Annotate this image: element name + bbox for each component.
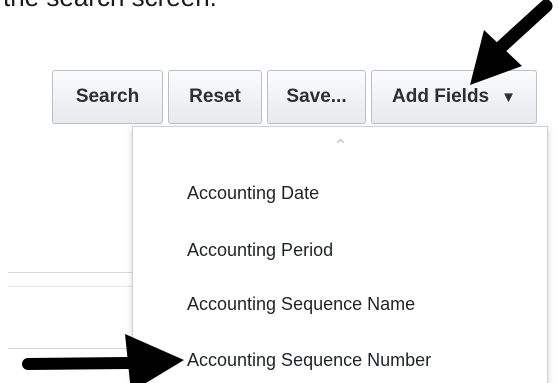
- reset-button-label: Reset: [189, 86, 241, 107]
- menu-item-accounting-sequence-name[interactable]: Accounting Sequence Name: [187, 293, 415, 315]
- menu-item-accounting-sequence-number[interactable]: Accounting Sequence Number: [187, 349, 431, 371]
- background-divider: [8, 348, 133, 349]
- caret-down-icon: ▼: [501, 88, 516, 106]
- search-toolbar: Search Reset Save... Add Fields ▼: [52, 70, 537, 124]
- add-fields-dropdown-menu: ⌃ Accounting Date Accounting Period Acco…: [132, 126, 548, 383]
- reset-button[interactable]: Reset: [168, 70, 262, 124]
- screenshot: the search screen. Search Reset Save... …: [0, 0, 558, 383]
- save-button-label: Save...: [286, 86, 347, 107]
- background-divider: [8, 272, 133, 273]
- search-button[interactable]: Search: [52, 70, 163, 124]
- save-button[interactable]: Save...: [267, 70, 366, 124]
- caption-text: the search screen.: [3, 0, 217, 20]
- scroll-up-icon[interactable]: ⌃: [333, 137, 348, 155]
- background-divider: [8, 286, 133, 287]
- add-fields-button[interactable]: Add Fields ▼: [371, 70, 537, 124]
- add-fields-button-label: Add Fields: [392, 86, 490, 107]
- menu-item-accounting-period[interactable]: Accounting Period: [187, 239, 333, 261]
- menu-item-accounting-date[interactable]: Accounting Date: [187, 182, 319, 204]
- search-button-label: Search: [75, 86, 140, 107]
